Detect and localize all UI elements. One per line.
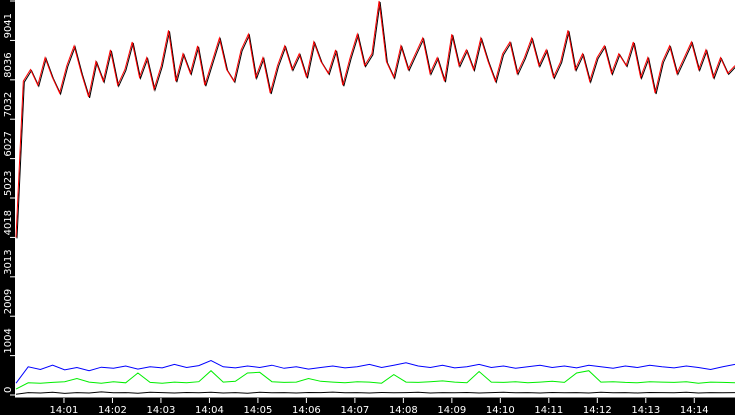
y-tick-label: 3013	[3, 249, 14, 274]
y-tick-label: 0	[3, 387, 14, 393]
x-tick-label: 14:02	[98, 405, 127, 415]
x-tick-label: 14:06	[292, 405, 321, 415]
x-axis: 14:01 14:02 14:03 14:04 14:05 14:06 14:07 14:08…	[50, 398, 709, 415]
x-tick-label: 14:07	[340, 405, 369, 415]
x-tick-label: 14:01	[50, 405, 79, 415]
x-tick-label: 14:12	[583, 405, 612, 415]
x-tick-label: 14:11	[534, 405, 563, 415]
y-axis: 0100420093013401850236027703280369041100…	[3, 0, 15, 396]
y-tick-label: 8036	[3, 52, 14, 77]
x-tick-label: 14:09	[437, 405, 466, 415]
y-tick-label: 7032	[3, 92, 14, 117]
y-tick-label: 2009	[3, 289, 14, 314]
y-tick-label: 5023	[3, 171, 14, 196]
x-tick-label: 14:05	[243, 405, 272, 415]
y-tick-label: 9041	[3, 13, 14, 38]
x-tick-label: 14:10	[486, 405, 515, 415]
x-tick-label: 14:03	[147, 405, 176, 415]
x-tick-label: 14:14	[680, 405, 709, 415]
y-tick-label: 6027	[3, 131, 14, 156]
x-tick-label: 14:08	[389, 405, 418, 415]
y-tick-label: 4018	[3, 210, 14, 235]
x-tick-label: 14:04	[195, 405, 224, 415]
performance-chart: 0100420093013401850236027703280369041100…	[3, 0, 735, 415]
x-tick-label: 14:13	[631, 405, 660, 415]
plot-area	[15, 0, 735, 398]
y-tick-label: 1004	[3, 328, 14, 353]
